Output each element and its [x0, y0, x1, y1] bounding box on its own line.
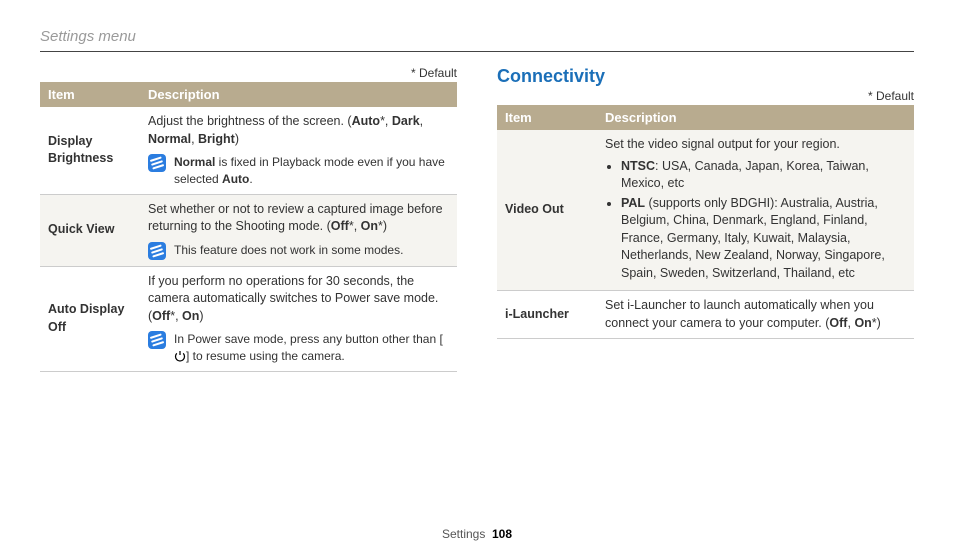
table-row: Auto Display Off If you perform no opera…: [40, 266, 457, 371]
footer-page: 108: [492, 527, 512, 541]
table-row: Video Out Set the video signal output fo…: [497, 130, 914, 291]
default-note-left: * Default: [40, 66, 457, 80]
item-cell: Auto Display Off: [40, 266, 140, 371]
note-text: This feature does not work in some modes…: [174, 242, 449, 259]
item-cell: Display Brightness: [40, 107, 140, 194]
desc-cell: Set the video signal output for your reg…: [597, 130, 914, 291]
item-cell: Quick View: [40, 194, 140, 266]
right-table: Item Description Video Out Set the video…: [497, 105, 914, 339]
desc-cell: Set i-Launcher to launch automatically w…: [597, 291, 914, 339]
note-icon: [148, 242, 166, 260]
th-item: Item: [497, 105, 597, 130]
right-column: Connectivity * Default Item Description …: [497, 66, 914, 372]
left-column: * Default Item Description Display Brigh…: [40, 66, 457, 372]
power-icon: [174, 350, 186, 362]
page-header: Settings menu: [40, 28, 914, 52]
footer-label: Settings: [442, 527, 485, 541]
page-footer: Settings 108: [0, 527, 954, 541]
desc-cell: Set whether or not to review a captured …: [140, 194, 457, 266]
item-cell: i-Launcher: [497, 291, 597, 339]
note-text: Normal is fixed in Playback mode even if…: [174, 154, 449, 188]
list-item: PAL (supports only BDGHI): Australia, Au…: [621, 195, 906, 283]
th-item: Item: [40, 82, 140, 107]
note-text: In Power save mode, press any button oth…: [174, 331, 449, 365]
th-desc: Description: [597, 105, 914, 130]
left-table: Item Description Display Brightness Adju…: [40, 82, 457, 372]
table-row: i-Launcher Set i-Launcher to launch auto…: [497, 291, 914, 339]
note-icon: [148, 331, 166, 349]
default-note-right: * Default: [497, 89, 914, 103]
desc-cell: If you perform no operations for 30 seco…: [140, 266, 457, 371]
item-cell: Video Out: [497, 130, 597, 291]
note-icon: [148, 154, 166, 172]
section-title: Connectivity: [497, 66, 914, 87]
list-item: NTSC: USA, Canada, Japan, Korea, Taiwan,…: [621, 158, 906, 193]
table-row: Quick View Set whether or not to review …: [40, 194, 457, 266]
desc-cell: Adjust the brightness of the screen. (Au…: [140, 107, 457, 194]
table-row: Display Brightness Adjust the brightness…: [40, 107, 457, 194]
th-desc: Description: [140, 82, 457, 107]
